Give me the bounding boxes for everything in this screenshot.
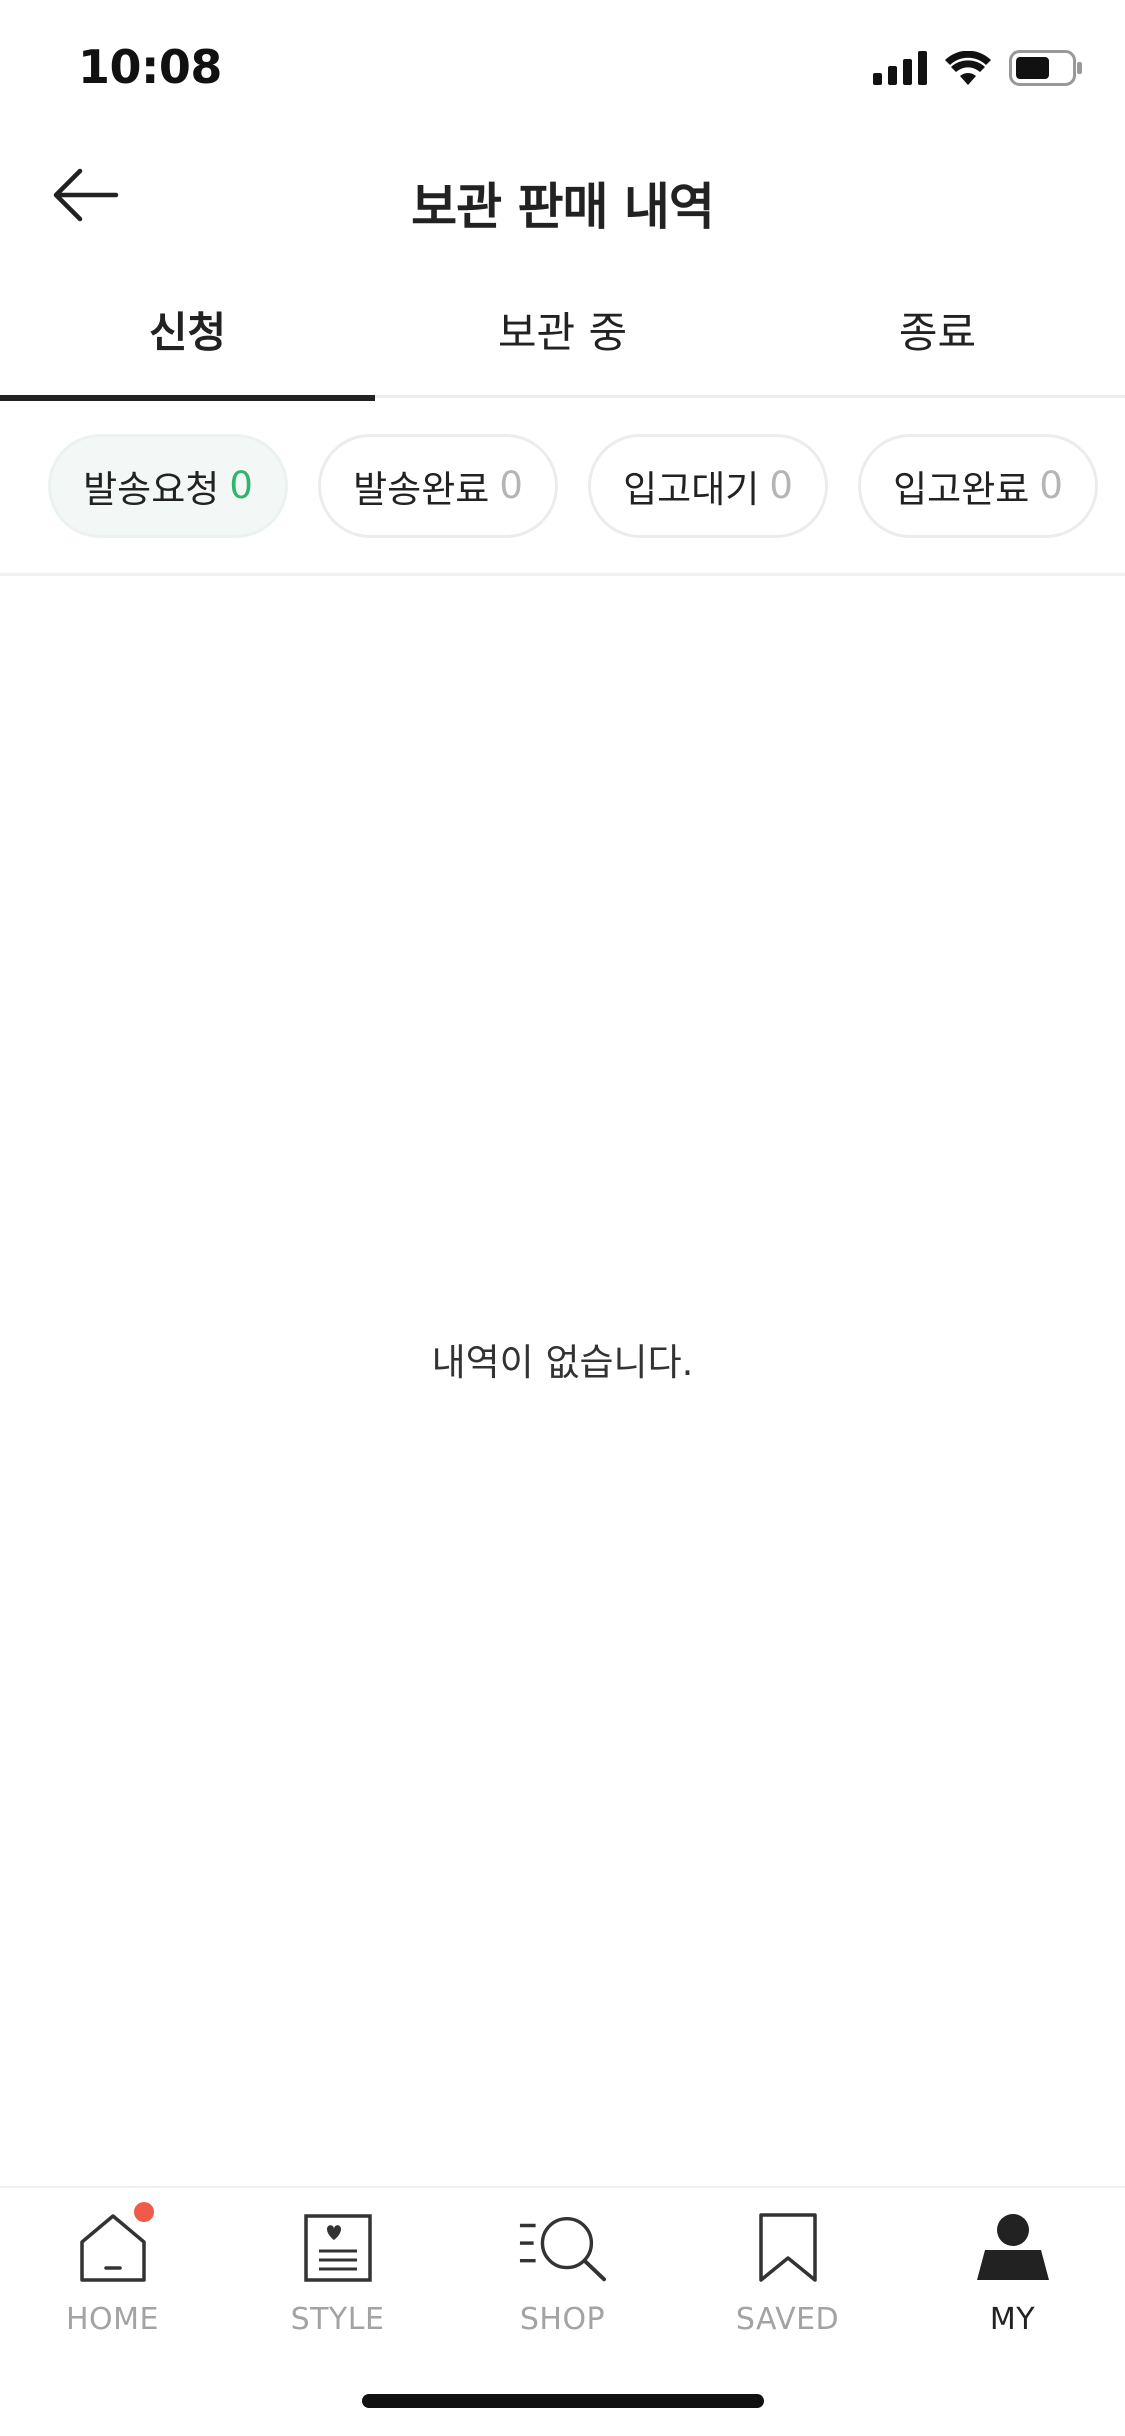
- profile-icon: [968, 2208, 1058, 2288]
- nav-label: SHOP: [519, 2302, 606, 2337]
- battery-icon: [1009, 50, 1083, 90]
- chip-count: 0: [1039, 464, 1063, 507]
- tab-ended[interactable]: 종료: [750, 260, 1125, 398]
- empty-state-message: 내역이 없습니다.: [431, 1341, 694, 1384]
- tab-bar: 신청 보관 중 종료: [0, 260, 1125, 401]
- nav-my[interactable]: MY: [900, 2188, 1125, 2338]
- tab-in-storage[interactable]: 보관 중: [375, 260, 750, 398]
- chip-label: 입고대기: [623, 467, 760, 511]
- page-title: 보관 판매 내역: [411, 178, 715, 236]
- notification-badge: [133, 2202, 154, 2222]
- home-indicator: [362, 2394, 764, 2408]
- screen: 10:08 보관 판매 내역 신청 보관 중 종료 발송요청 0 발송완료 0 …: [0, 0, 1125, 2436]
- chip-label: 발송완료: [353, 467, 490, 511]
- status-icons: [873, 50, 1083, 90]
- shop-search-icon: [518, 2208, 608, 2288]
- nav-home[interactable]: HOME: [0, 2188, 225, 2338]
- chip-receipt-complete[interactable]: 입고완료 0: [858, 433, 1098, 538]
- nav-label: SAVED: [735, 2302, 840, 2337]
- home-icon: [68, 2202, 158, 2288]
- header: 보관 판매 내역: [0, 135, 1125, 260]
- status-time: 10:08: [78, 40, 222, 94]
- nav-label: MY: [989, 2302, 1036, 2337]
- nav-shop[interactable]: SHOP: [450, 2188, 675, 2338]
- cellular-signal-icon: [873, 51, 927, 89]
- chip-count: 0: [499, 464, 523, 507]
- status-filter-chips: 발송요청 0 발송완료 0 입고대기 0 입고완료 0: [0, 398, 1125, 576]
- chip-awaiting-receipt[interactable]: 입고대기 0: [588, 433, 828, 538]
- chip-shipping-complete[interactable]: 발송완료 0: [318, 433, 558, 538]
- nav-saved[interactable]: SAVED: [675, 2188, 900, 2338]
- chip-label: 발송요청: [83, 467, 220, 511]
- chip-count: 0: [229, 464, 253, 507]
- tab-apply[interactable]: 신청: [0, 260, 375, 401]
- nav-label: HOME: [65, 2302, 159, 2337]
- nav-label: STYLE: [290, 2302, 385, 2337]
- status-bar: 10:08: [0, 0, 1125, 135]
- chip-label: 입고완료: [893, 467, 1030, 511]
- style-icon: [293, 2208, 383, 2288]
- chip-count: 0: [769, 464, 793, 507]
- nav-style[interactable]: STYLE: [225, 2188, 450, 2338]
- wifi-icon: [945, 50, 991, 89]
- chip-shipping-request[interactable]: 발송요청 0: [48, 433, 288, 538]
- bookmark-icon: [743, 2208, 833, 2288]
